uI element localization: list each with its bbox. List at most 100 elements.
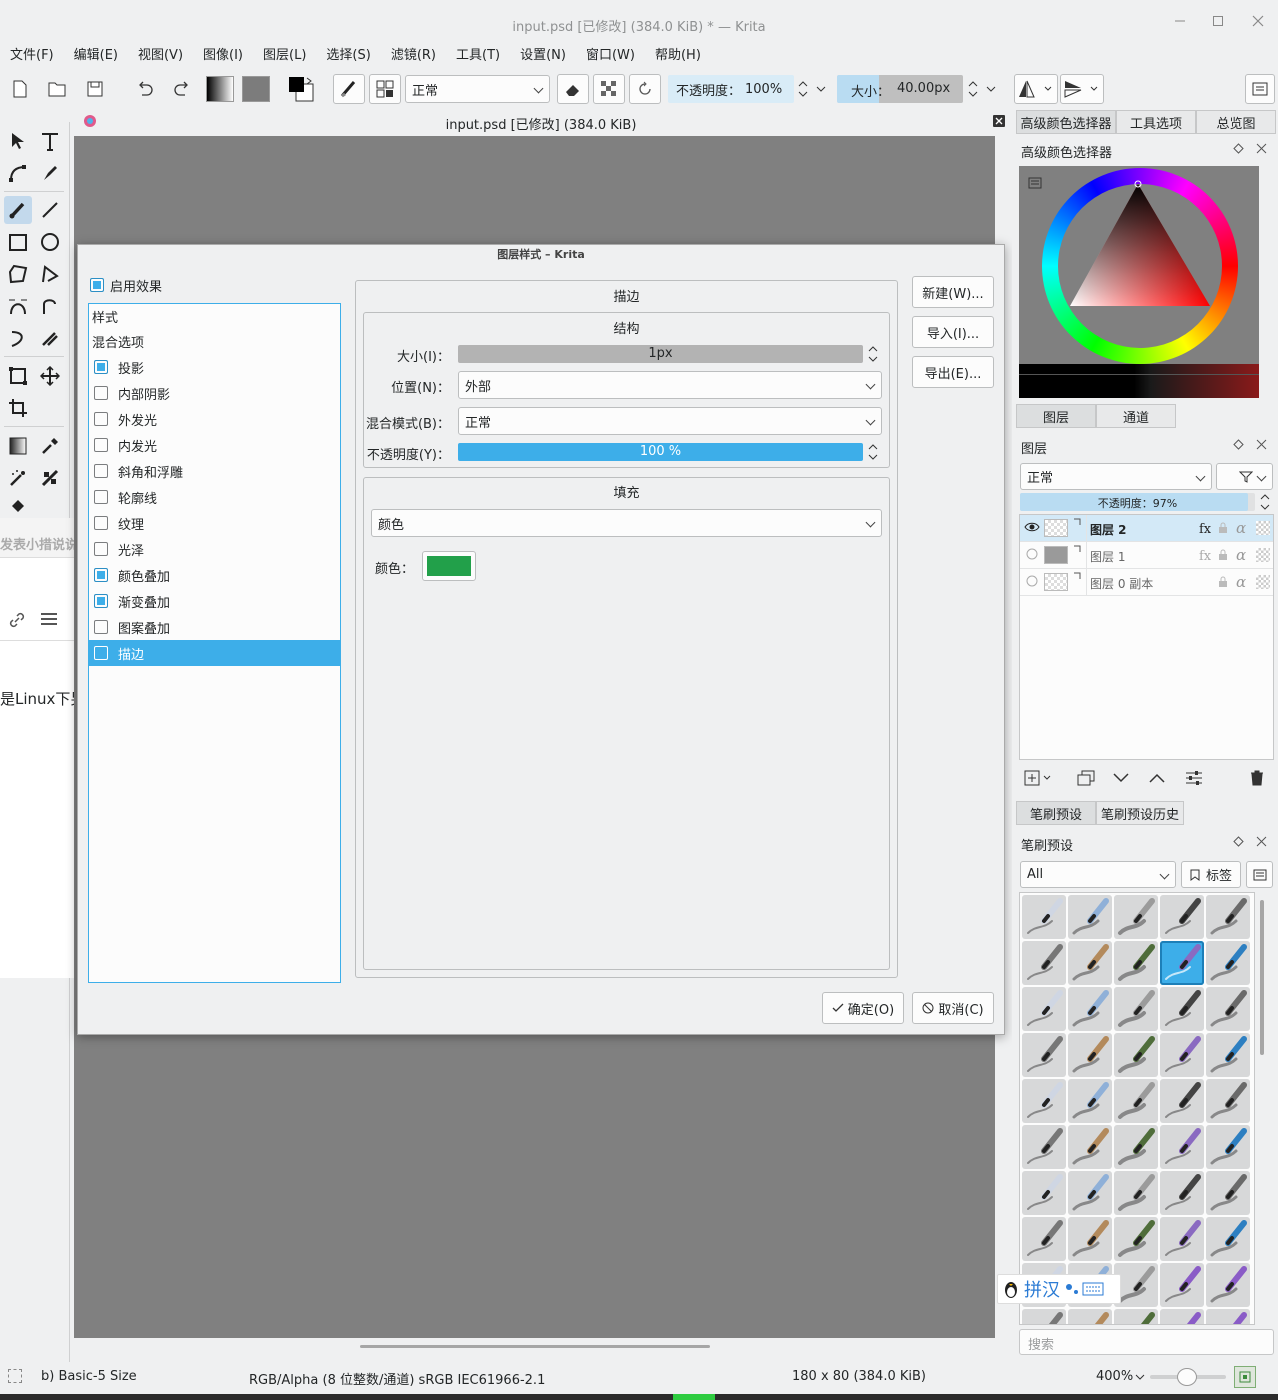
transform-tool-icon[interactable]	[4, 362, 32, 390]
brush-preset-thumbnail[interactable]	[1022, 987, 1066, 1031]
undo-icon[interactable]	[129, 74, 161, 104]
crop-tool-icon[interactable]	[4, 394, 32, 422]
layer-effects-icon[interactable]: fx	[1198, 547, 1216, 563]
brush-search-input[interactable]: 搜索	[1019, 1329, 1274, 1355]
brush-preset-thumbnail[interactable]	[1206, 1217, 1250, 1261]
export-style-button[interactable]: 导出(E)...	[912, 356, 994, 388]
selection-mode-icon[interactable]	[8, 1369, 22, 1383]
layer-row[interactable]: 图层 2 fx α	[1020, 515, 1273, 542]
brush-preset-thumbnail[interactable]	[1160, 1309, 1204, 1324]
dynamic-brush-icon[interactable]	[4, 324, 32, 352]
style-list-item[interactable]: 图案叠加	[89, 614, 340, 640]
brush-preset-thumbnail[interactable]	[1160, 1171, 1204, 1215]
style-checkbox[interactable]	[94, 568, 108, 582]
menu-filter[interactable]: 滤镜(R)	[381, 42, 446, 70]
brush-preset-thumbnail[interactable]	[1160, 1033, 1204, 1077]
line-tool-icon[interactable]	[36, 196, 64, 224]
size-dropdown-icon[interactable]	[984, 77, 998, 101]
style-list-item[interactable]: 内发光	[89, 432, 340, 458]
gradient-tool-icon[interactable]	[4, 432, 32, 460]
new-document-icon[interactable]	[4, 74, 36, 104]
inherit-alpha-icon[interactable]	[1256, 521, 1270, 535]
stroke-blend-select[interactable]: 正常	[458, 407, 882, 435]
brush-preset-thumbnail[interactable]	[1068, 1125, 1112, 1169]
brush-preset-thumbnail[interactable]	[1022, 1217, 1066, 1261]
move-layer-up-icon[interactable]	[1148, 772, 1166, 784]
brush-preset-thumbnail[interactable]	[1206, 941, 1250, 985]
calligraphy-icon[interactable]	[36, 159, 64, 187]
style-checkbox[interactable]	[94, 386, 108, 400]
brush-preset-thumbnail[interactable]	[1206, 987, 1250, 1031]
stroke-size-slider[interactable]: 1px	[458, 345, 863, 363]
style-list-item[interactable]: 样式	[89, 304, 340, 328]
preserve-alpha-icon[interactable]	[593, 74, 625, 104]
style-list-item[interactable]: 投影	[89, 354, 340, 380]
tab-channels[interactable]: 通道	[1096, 404, 1176, 428]
ok-button[interactable]: 确定(O)	[822, 992, 904, 1024]
brush-preset-thumbnail[interactable]	[1206, 1171, 1250, 1215]
maximize-icon[interactable]	[1205, 8, 1231, 34]
opacity-spin-icon[interactable]	[796, 77, 810, 101]
move-tool-icon[interactable]	[36, 362, 64, 390]
layer-blend-select[interactable]: 正常	[1020, 463, 1212, 490]
zoom-dropdown-icon[interactable]	[1135, 1373, 1145, 1381]
lock-icon[interactable]	[1218, 522, 1228, 534]
stroke-opacity-spin-icon[interactable]	[866, 442, 880, 462]
brush-filter-select[interactable]: All	[1020, 861, 1176, 888]
brush-preset-thumbnail[interactable]	[1114, 1309, 1158, 1324]
style-list-item[interactable]: 斜角和浮雕	[89, 458, 340, 484]
menu-file[interactable]: 文件(F)	[0, 42, 64, 70]
duplicate-layer-icon[interactable]	[1077, 770, 1095, 786]
brush-preset-thumbnail[interactable]	[1068, 1033, 1112, 1077]
close-icon[interactable]	[1245, 8, 1271, 34]
style-list-item[interactable]: 混合选项	[89, 328, 340, 354]
brush-preset-thumbnail[interactable]	[1206, 895, 1250, 939]
brush-preset-thumbnail[interactable]	[1022, 1079, 1066, 1123]
ellipse-tool-icon[interactable]	[36, 228, 64, 256]
menu-tools[interactable]: 工具(T)	[446, 42, 510, 70]
style-checkbox[interactable]	[94, 490, 108, 504]
brush-preset-thumbnail[interactable]	[1068, 1309, 1112, 1324]
layer-properties-icon[interactable]	[1185, 770, 1203, 786]
brush-settings-icon[interactable]	[369, 74, 401, 104]
brush-preset-thumbnail[interactable]	[1160, 1125, 1204, 1169]
brush-preset-thumbnail[interactable]	[1160, 1079, 1204, 1123]
save-icon[interactable]	[79, 74, 111, 104]
brush-preset-thumbnail[interactable]	[1068, 895, 1112, 939]
add-layer-icon[interactable]	[1024, 770, 1054, 786]
brush-preset-thumbnail[interactable]	[1068, 941, 1112, 985]
style-checkbox[interactable]	[94, 594, 108, 608]
status-zoom[interactable]: 400%	[1096, 1369, 1133, 1384]
brush-preset-thumbnail[interactable]	[1114, 1125, 1158, 1169]
brush-preset-thumbnail[interactable]	[1114, 987, 1158, 1031]
brush-preset-thumbnail[interactable]	[1160, 1217, 1204, 1261]
zoom-slider-handle[interactable]	[1177, 1368, 1197, 1386]
redo-icon[interactable]	[166, 74, 198, 104]
layer-filter-select[interactable]	[1216, 463, 1273, 490]
eraser-mode-icon[interactable]	[557, 74, 589, 104]
style-checkbox[interactable]	[94, 516, 108, 530]
layer-opacity-spin-icon[interactable]	[1258, 492, 1272, 512]
menu-image[interactable]: 图像(I)	[193, 42, 253, 70]
foreground-background-color-icon[interactable]	[285, 74, 317, 104]
brush-preset-thumbnail[interactable]	[1160, 987, 1204, 1031]
multibrush-icon[interactable]	[36, 324, 64, 352]
canvas-scrollbar[interactable]	[360, 1345, 710, 1348]
brush-preset-thumbnail[interactable]	[1068, 987, 1112, 1031]
ime-status-bar[interactable]: 拼汉	[997, 1274, 1121, 1304]
polyline-tool-icon[interactable]	[36, 260, 64, 288]
close-document-icon[interactable]	[993, 115, 1005, 127]
float-brushes-icon[interactable]	[1233, 836, 1244, 847]
menu-help[interactable]: 帮助(H)	[645, 42, 711, 70]
tab-brush-history[interactable]: 笔刷预设历史	[1096, 801, 1184, 825]
size-slider[interactable]: 大小： 40.00px	[837, 75, 963, 103]
mirror-vertical-icon[interactable]	[1060, 74, 1104, 104]
brush-preset-thumbnail[interactable]	[1206, 1033, 1250, 1077]
saturation-value-triangle[interactable]	[1058, 178, 1222, 318]
brush-preset-thumbnail[interactable]	[1160, 941, 1204, 985]
brush-preset-thumbnail[interactable]	[1068, 1079, 1112, 1123]
menu-view[interactable]: 视图(V)	[128, 42, 193, 70]
mirror-horizontal-icon[interactable]	[1014, 74, 1058, 104]
brush-preset-thumbnail[interactable]	[1022, 1033, 1066, 1077]
brush-preset-thumbnail[interactable]	[1206, 1079, 1250, 1123]
